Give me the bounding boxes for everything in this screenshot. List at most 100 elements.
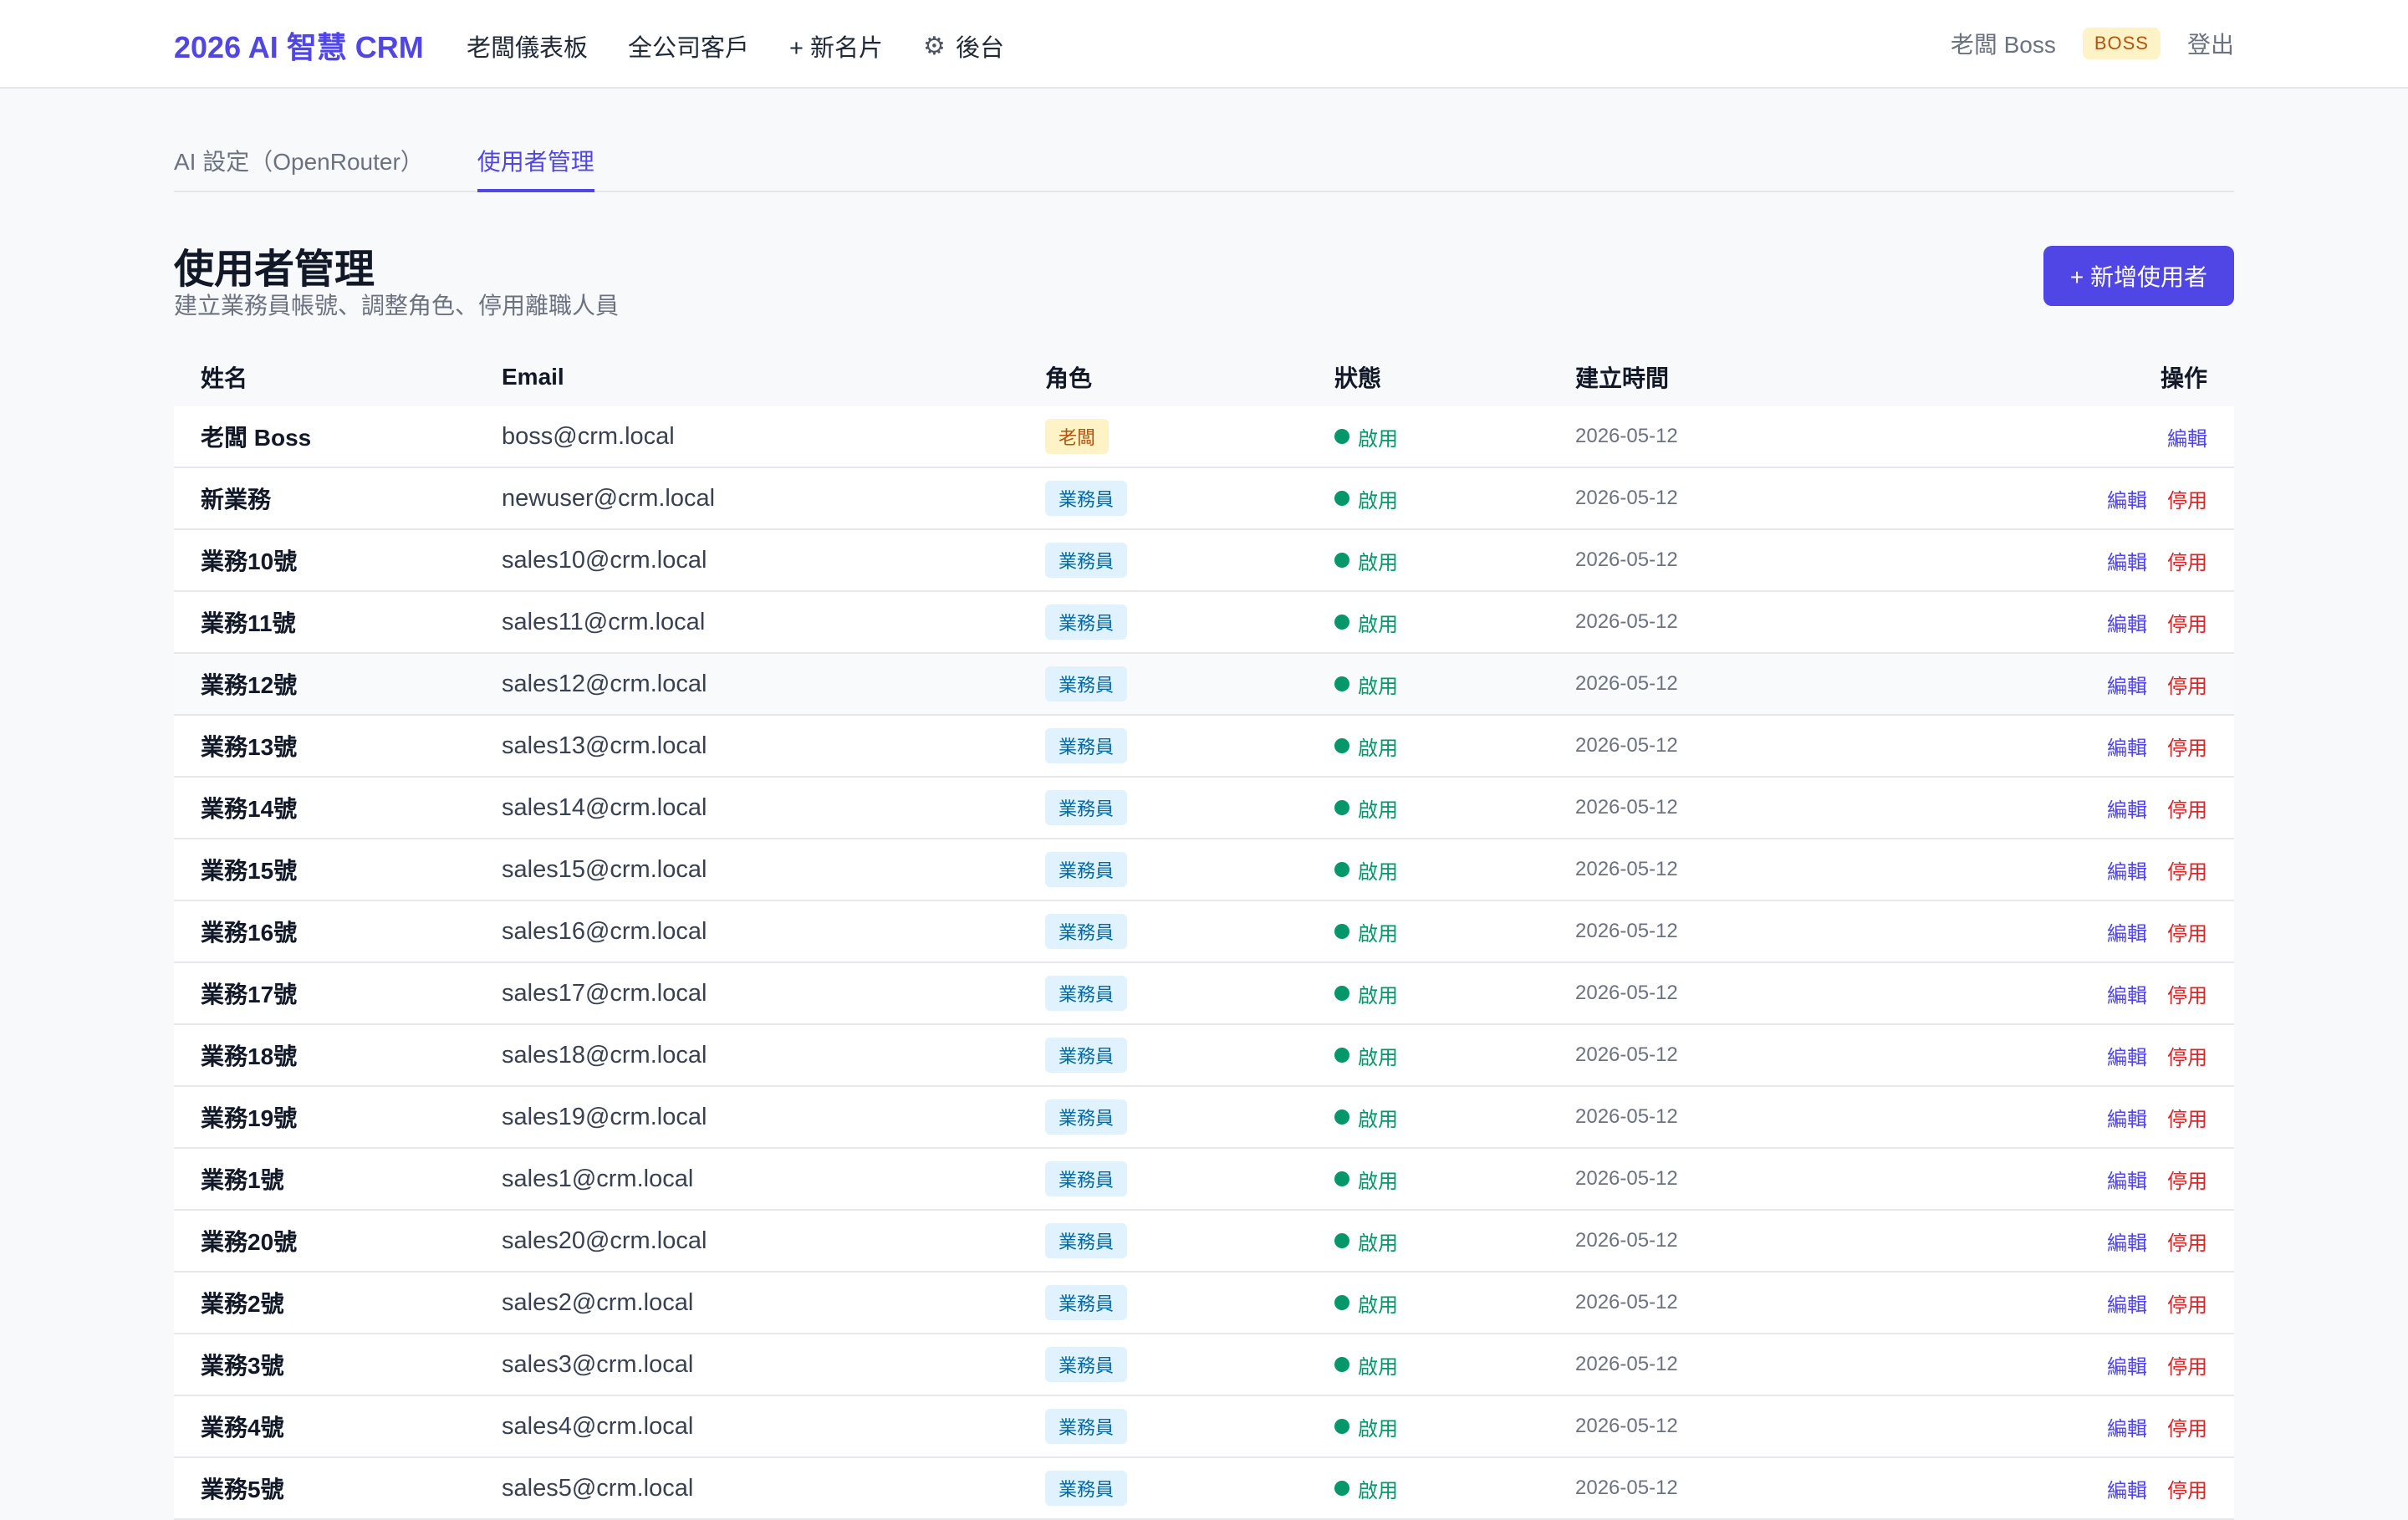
status-label: 啟用 [1358,798,1398,822]
nav-admin[interactable]: ⚙ 後台 [923,28,1004,64]
status-label: 啟用 [1358,489,1398,513]
disable-button[interactable]: 停用 [2167,1412,2207,1441]
cell-actions: 編輯 停用 [1993,484,2234,513]
cell-email: sales18@crm.local [502,1042,1045,1069]
cell-status: 啟用 [1334,1041,1575,1070]
user-name: 業務20號 [201,1229,298,1255]
status-label: 啟用 [1358,675,1398,698]
user-name: 業務14號 [201,796,298,822]
cell-email: sales14@crm.local [502,794,1045,822]
cell-role: 業務員 [1045,728,1334,763]
disable-button[interactable]: 停用 [2167,484,2207,513]
cell-created: 2026-05-12 [1575,610,1993,634]
tab-ai-settings[interactable]: AI 設定（OpenRouter） [174,134,424,192]
cell-role: 業務員 [1045,852,1334,887]
status-label: 啟用 [1358,427,1398,451]
edit-button[interactable]: 編輯 [2107,793,2147,823]
disable-button[interactable]: 停用 [2167,1288,2207,1318]
edit-button[interactable]: 編輯 [2107,484,2147,513]
cell-actions: 編輯 停用 [1993,855,2234,885]
edit-button[interactable]: 編輯 [2167,422,2207,451]
cell-name: 業務14號 [174,791,502,824]
cell-status: 啟用 [1334,1165,1575,1194]
edit-button[interactable]: 編輯 [2107,1412,2147,1441]
edit-button[interactable]: 編輯 [2107,1288,2147,1318]
table-row: 業務20號 sales20@crm.local 業務員 啟用 2026-05-12 編輯停… [174,1211,2234,1273]
status-label: 啟用 [1358,1170,1398,1193]
cell-status: 啟用 [1334,546,1575,575]
disable-button[interactable]: 停用 [2167,1041,2207,1070]
nav-new-card[interactable]: + 新名片 [789,28,883,64]
edit-button[interactable]: 編輯 [2107,1041,2147,1070]
table-row: 業務2號 sales2@crm.local 業務員 啟用 2026-05-12 編輯 停用 [174,1273,2234,1334]
user-name: 業務2號 [201,1291,284,1317]
edit-button[interactable]: 編輯 [2107,1165,2147,1194]
disable-button[interactable]: 停用 [2167,608,2207,637]
created-date: 2026-05-12 [1575,672,1678,695]
created-date: 2026-05-12 [1575,982,1678,1004]
disable-button[interactable]: 停用 [2167,1350,2207,1380]
created-date: 2026-05-12 [1575,858,1678,880]
disable-button[interactable]: 停用 [2167,732,2207,761]
status-badge: 啟用 [1334,979,1575,1008]
disable-button[interactable]: 停用 [2167,670,2207,699]
user-email: newuser@crm.local [502,484,716,512]
disable-button[interactable]: 停用 [2167,855,2207,885]
status-label: 啟用 [1358,1355,1398,1379]
nav-boss-dashboard[interactable]: 老闆儀表板 [467,28,588,64]
cell-email: sales10@crm.local [502,547,1045,574]
cell-role: 業務員 [1045,1285,1334,1320]
role-tag: 業務員 [1045,1409,1128,1444]
status-dot-icon [1334,1048,1349,1063]
status-label: 啟用 [1358,922,1398,946]
cell-actions: 編輯 停用 [1993,917,2234,946]
cell-role: 業務員 [1045,1347,1334,1382]
column-header-actions: 操作 [1993,360,2234,394]
edit-button[interactable]: 編輯 [2107,1103,2147,1132]
add-user-button[interactable]: + 新增使用者 [2043,246,2234,306]
cell-name: 業務5號 [174,1472,502,1505]
disable-button[interactable]: 停用 [2167,1103,2207,1132]
logout-link[interactable]: 登出 [2187,27,2234,60]
nav-admin-label: 後台 [955,35,1004,62]
cell-role: 業務員 [1045,666,1334,701]
column-header-status: 狀態 [1334,365,1382,391]
cell-email: sales12@crm.local [502,671,1045,698]
cell-status: 啟用 [1334,917,1575,946]
status-label: 啟用 [1358,1108,1398,1131]
edit-button[interactable]: 編輯 [2107,917,2147,946]
cell-name: 業務18號 [174,1038,502,1072]
edit-button[interactable]: 編輯 [2107,546,2147,575]
disable-button[interactable]: 停用 [2167,546,2207,575]
user-email: sales15@crm.local [502,855,707,883]
cell-role: 業務員 [1045,604,1334,640]
cell-status: 啟用 [1334,732,1575,761]
tab-user-management[interactable]: 使用者管理 [477,134,594,192]
disable-button[interactable]: 停用 [2167,917,2207,946]
edit-button[interactable]: 編輯 [2107,855,2147,885]
created-date: 2026-05-12 [1575,1291,1678,1313]
disable-button[interactable]: 停用 [2167,979,2207,1008]
edit-button[interactable]: 編輯 [2107,608,2147,637]
brand-logo[interactable]: 2026 AI 智慧 CRM [174,23,424,67]
cell-created: 2026-05-12 [1575,1477,1993,1500]
disable-button[interactable]: 停用 [2167,1165,2207,1194]
status-dot-icon [1334,615,1349,630]
nav-all-customers[interactable]: 全公司客戶 [628,28,749,64]
status-label: 啟用 [1358,1232,1398,1255]
edit-button[interactable]: 編輯 [2107,670,2147,699]
user-name: 業務13號 [201,734,298,760]
cell-email: sales17@crm.local [502,980,1045,1007]
disable-button[interactable]: 停用 [2167,1474,2207,1503]
cell-status: 啟用 [1334,793,1575,823]
status-badge: 啟用 [1334,1412,1575,1441]
edit-button[interactable]: 編輯 [2107,1227,2147,1256]
edit-button[interactable]: 編輯 [2107,732,2147,761]
status-dot-icon [1334,1481,1349,1496]
disable-button[interactable]: 停用 [2167,793,2207,823]
edit-button[interactable]: 編輯 [2107,1350,2147,1380]
disable-button[interactable]: 停用 [2167,1227,2207,1256]
edit-button[interactable]: 編輯 [2107,1474,2147,1503]
user-email: sales11@crm.local [502,608,706,635]
edit-button[interactable]: 編輯 [2107,979,2147,1008]
